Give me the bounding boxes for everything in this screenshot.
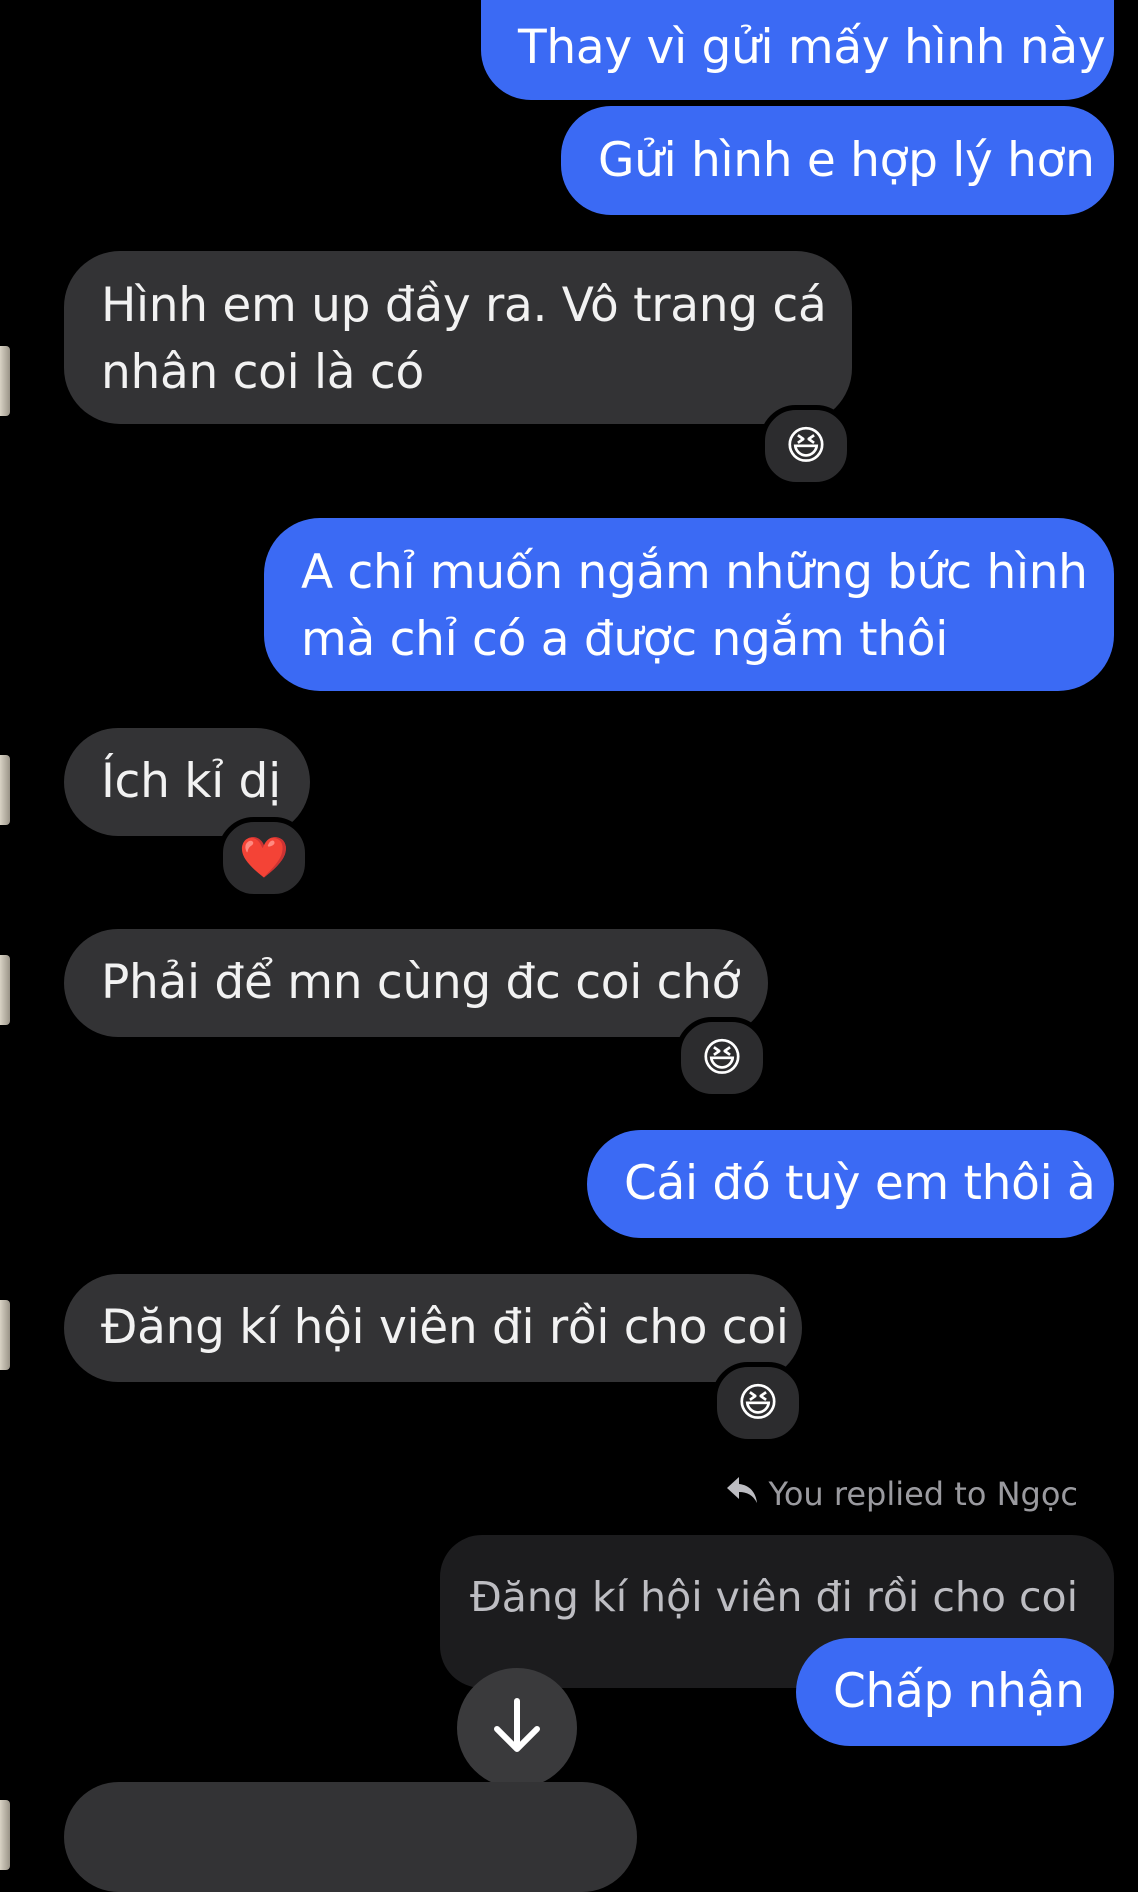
message-bubble-outgoing[interactable]: Cái đó tuỳ em thôi à [587, 1130, 1114, 1238]
message-bubble-outgoing[interactable]: A chỉ muốn ngắm những bức hình mà chỉ có… [264, 518, 1114, 691]
avatar[interactable] [0, 955, 10, 1025]
message-bubble-outgoing[interactable]: Thay vì gửi mấy hình này [481, 0, 1114, 100]
reaction-laughing-icon[interactable]: 😆 [760, 405, 852, 487]
message-text: Cái đó tuỳ em thôi à [624, 1156, 1096, 1211]
reaction-laughing-icon[interactable]: 😆 [712, 1362, 804, 1444]
message-text-line: A chỉ muốn ngắm những bức hình [301, 545, 1088, 600]
reaction-heart-icon[interactable]: ❤️ [218, 817, 310, 899]
message-text: Đăng kí hội viên đi rồi cho coi [101, 1300, 789, 1355]
message-bubble-incoming[interactable]: Hình em up đầy ra. Vô trang cá nhân coi … [64, 251, 852, 424]
message-text: Gửi hình e hợp lý hơn [598, 133, 1095, 188]
message-bubble-incoming-partial[interactable] [64, 1782, 637, 1892]
message-text: Ích kỉ dị [101, 754, 281, 809]
message-text: Phải để mn cùng đc coi chớ [101, 955, 741, 1010]
arrow-down-icon [491, 1697, 543, 1759]
reply-arrow-icon [725, 1475, 759, 1513]
avatar[interactable] [0, 346, 10, 416]
message-text-line: Hình em up đầy ra. Vô trang cá [101, 278, 827, 333]
avatar[interactable] [0, 1300, 10, 1370]
scroll-to-bottom-button[interactable] [457, 1668, 577, 1788]
reply-indicator: You replied to Ngọc [725, 1475, 1078, 1513]
reply-bubble-outgoing[interactable]: Chấp nhận [796, 1638, 1114, 1746]
reaction-laughing-icon[interactable]: 😆 [676, 1017, 768, 1099]
message-text: Thay vì gửi mấy hình này [518, 20, 1106, 75]
avatar[interactable] [0, 1800, 10, 1870]
avatar[interactable] [0, 755, 10, 825]
message-text-line: mà chỉ có a được ngắm thôi [301, 612, 948, 667]
reply-meta-label: You replied to Ngọc [768, 1475, 1078, 1513]
quoted-text: Đăng kí hội viên đi rồi cho coi [470, 1573, 1078, 1621]
message-bubble-incoming[interactable]: Đăng kí hội viên đi rồi cho coi [64, 1274, 802, 1382]
message-text: Chấp nhận [833, 1664, 1085, 1719]
message-bubble-incoming[interactable]: Phải để mn cùng đc coi chớ [64, 929, 768, 1037]
message-bubble-outgoing[interactable]: Gửi hình e hợp lý hơn [561, 106, 1114, 215]
message-text-line: nhân coi là có [101, 345, 424, 400]
